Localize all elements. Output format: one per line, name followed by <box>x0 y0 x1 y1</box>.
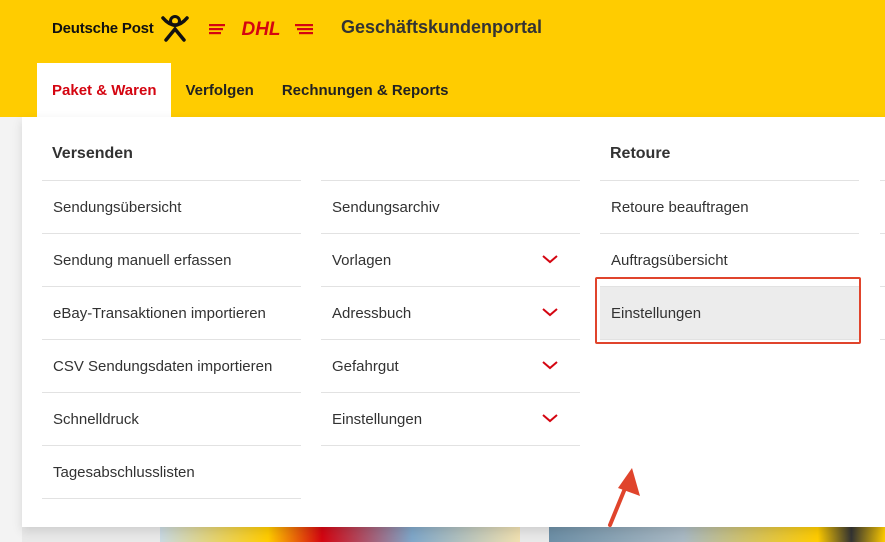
menu-item-sendung-manuell-erfassen[interactable]: Sendung manuell erfassen <box>42 234 301 287</box>
dhl-logo-text: DHL <box>241 19 280 39</box>
page-content-teaser <box>22 527 885 542</box>
menu-item-retoure-beauftragen[interactable]: Retoure beauftragen <box>600 181 859 234</box>
main-nav: Paket & Waren Verfolgen Rechnungen & Rep… <box>37 63 463 117</box>
menu-item-gefahrgut[interactable]: Gefahrgut <box>321 340 580 393</box>
divider <box>880 286 885 287</box>
retoure-list: Retoure beauftragen Auftragsübersicht Ei… <box>600 180 859 340</box>
versenden-list-right: Sendungsarchiv Vorlagen Adressbuch Gefah… <box>321 180 580 446</box>
teaser-image[interactable] <box>549 527 885 542</box>
divider <box>880 180 885 181</box>
menu-item-label: Einstellungen <box>332 410 423 428</box>
section-heading-retoure: Retoure <box>610 145 671 162</box>
annotation-arrow-icon <box>608 468 640 527</box>
menu-item-einstellungen-retoure[interactable]: Einstellungen <box>600 287 859 340</box>
menu-item-vorlagen[interactable]: Vorlagen <box>321 234 580 287</box>
portal-title: Geschäftskundenportal <box>341 17 543 37</box>
menu-item-schnelldruck[interactable]: Schnelldruck <box>42 393 301 446</box>
header-bar: Deutsche Post DHL Geschäftskundenportal … <box>0 0 885 117</box>
tab-paket-waren[interactable]: Paket & Waren <box>37 63 172 117</box>
menu-item-label: Adressbuch <box>332 304 412 322</box>
menu-item-csv-import[interactable]: CSV Sendungsdaten importieren <box>42 340 301 393</box>
divider <box>880 339 885 340</box>
mega-menu-dropdown: Versenden Sendungsübersicht Sendung manu… <box>22 117 885 527</box>
teaser-image[interactable] <box>160 527 520 542</box>
menu-item-label: Sendungsarchiv <box>332 198 440 216</box>
menu-item-tagesabschlusslisten[interactable]: Tagesabschlusslisten <box>42 446 301 499</box>
tab-verfolgen[interactable]: Verfolgen <box>171 63 267 117</box>
chevron-down-icon[interactable] <box>542 360 558 370</box>
menu-item-ebay-import[interactable]: eBay-Transaktionen importieren <box>42 287 301 340</box>
menu-item-label: Vorlagen <box>332 251 392 269</box>
menu-item-adressbuch[interactable]: Adressbuch <box>321 287 580 340</box>
divider <box>880 233 885 234</box>
chevron-down-icon[interactable] <box>542 254 558 264</box>
menu-item-einstellungen-versenden[interactable]: Einstellungen <box>321 393 580 446</box>
tab-rechnungen-reports[interactable]: Rechnungen & Reports <box>268 63 463 117</box>
versenden-list-left: Sendungsübersicht Sendung manuell erfass… <box>42 180 301 499</box>
menu-item-sendungsuebersicht[interactable]: Sendungsübersicht <box>42 181 301 234</box>
deutsche-post-logo[interactable]: Deutsche Post <box>52 12 190 44</box>
page-background-left <box>0 117 22 542</box>
post-horn-icon <box>160 15 189 42</box>
dhl-logo[interactable]: DHL <box>209 17 313 39</box>
menu-item-label: Gefahrgut <box>332 357 399 375</box>
menu-item-auftragsuebersicht[interactable]: Auftragsübersicht <box>600 234 859 287</box>
menu-item-sendungsarchiv[interactable]: Sendungsarchiv <box>321 181 580 234</box>
chevron-down-icon[interactable] <box>542 413 558 423</box>
brand-text: Deutsche Post <box>52 19 154 37</box>
chevron-down-icon[interactable] <box>542 307 558 317</box>
section-heading-versenden: Versenden <box>52 145 133 162</box>
